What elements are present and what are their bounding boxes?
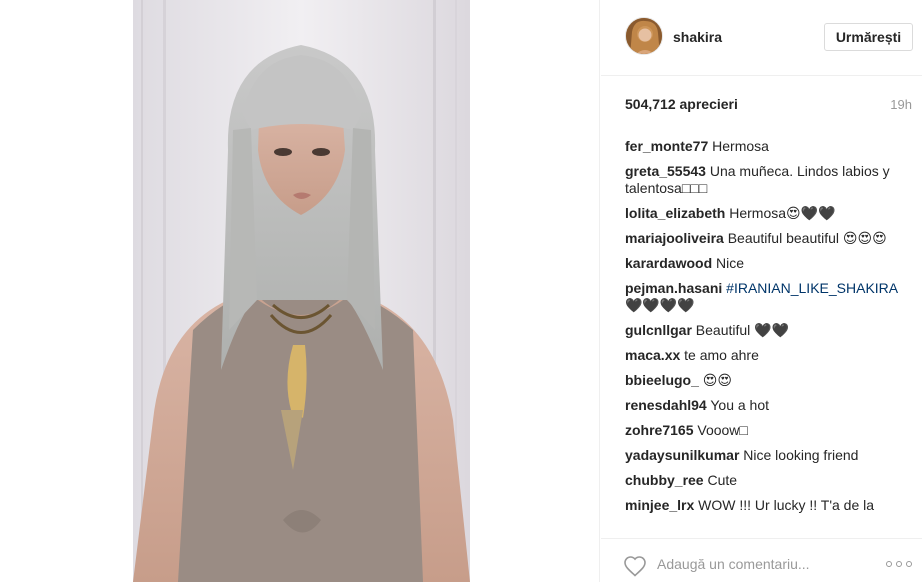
comment-username[interactable]: minjee_lrx: [625, 497, 694, 513]
comments-list[interactable]: fer_monte77 Hermosa greta_55543 Una muñec…: [601, 130, 911, 532]
comment-text: 🖤🖤🖤🖤: [625, 297, 695, 313]
post-header: shakira Urmărești: [601, 0, 922, 76]
comment-row: minjee_lrx WOW !!! Ur lucky !! T'a de la: [625, 497, 900, 514]
comment-username[interactable]: lolita_elizabeth: [625, 205, 725, 221]
comment-row: greta_55543 Una muñeca. Lindos labios y …: [625, 163, 900, 197]
following-button[interactable]: Urmărești: [824, 23, 913, 51]
comment-text: Vooow□: [697, 422, 748, 438]
comment-input[interactable]: [657, 553, 857, 575]
comment-row: lolita_elizabeth Hermosa😍🖤🖤: [625, 205, 900, 222]
comment-username[interactable]: pejman.hasani: [625, 280, 722, 296]
post-photo[interactable]: [133, 0, 470, 582]
avatar-image: [626, 18, 662, 54]
comment-text: Hermosa😍🖤🖤: [729, 205, 836, 221]
post-details: shakira Urmărești 504,712 aprecieri 19h …: [601, 0, 922, 582]
comment-username[interactable]: greta_55543: [625, 163, 706, 179]
comment-row: zohre7165 Vooow□: [625, 422, 900, 439]
comment-username[interactable]: karardawood: [625, 255, 712, 271]
avatar[interactable]: [625, 17, 663, 55]
comments-container: fer_monte77 Hermosa greta_55543 Una muñec…: [625, 138, 900, 522]
comment-text: 😍😍: [702, 372, 732, 388]
comment-username[interactable]: gulcnllgar: [625, 322, 692, 338]
comment-row: yadaysunilkumar Nice looking friend: [625, 447, 900, 464]
comment-hashtag[interactable]: #IRANIAN_LIKE_SHAKIRA: [726, 280, 897, 296]
post-stats: 504,712 aprecieri 19h: [601, 76, 922, 124]
comment-row: pejman.hasani #IRANIAN_LIKE_SHAKIRA 🖤🖤🖤🖤: [625, 280, 900, 314]
comment-text: Beautiful beautiful 😍😍😍: [727, 230, 887, 246]
comment-row: gulcnllgar Beautiful 🖤🖤: [625, 322, 900, 339]
media-pane: [0, 0, 600, 582]
comment-text: te amo ahre: [684, 347, 759, 363]
comment-row: renesdahl94 You a hot: [625, 397, 900, 414]
comment-row: bbieelugo_ 😍😍: [625, 372, 900, 389]
comment-text: Nice looking friend: [743, 447, 859, 463]
comment-username[interactable]: yadaysunilkumar: [625, 447, 739, 463]
comment-row: maca.xx te amo ahre: [625, 347, 900, 364]
comment-text: You a hot: [710, 397, 770, 413]
post-photo-image: [133, 0, 470, 582]
comment-row: chubby_ree Cute: [625, 472, 900, 489]
comment-row: fer_monte77 Hermosa: [625, 138, 900, 155]
comment-text: WOW !!! Ur lucky !! T'a de la: [698, 497, 875, 513]
more-options-icon[interactable]: [886, 560, 912, 568]
post-username[interactable]: shakira: [673, 29, 722, 45]
comment-text: Nice: [716, 255, 745, 271]
heart-outline-icon[interactable]: [623, 555, 647, 577]
comment-username[interactable]: fer_monte77: [625, 138, 708, 154]
comment-username[interactable]: chubby_ree: [625, 472, 704, 488]
comment-row: karardawood Nice: [625, 255, 900, 272]
comment-bar: [601, 538, 922, 582]
comment-text: Cute: [707, 472, 738, 488]
comment-username[interactable]: bbieelugo_: [625, 372, 699, 388]
comment-username[interactable]: maca.xx: [625, 347, 680, 363]
comment-username[interactable]: renesdahl94: [625, 397, 707, 413]
comment-username[interactable]: mariajooliveira: [625, 230, 724, 246]
comment-username[interactable]: zohre7165: [625, 422, 693, 438]
comment-text: Hermosa: [712, 138, 769, 154]
comment-row: mariajooliveira Beautiful beautiful 😍😍😍: [625, 230, 900, 247]
post-time[interactable]: 19h: [890, 97, 912, 112]
comment-text: Beautiful 🖤🖤: [695, 322, 790, 338]
likes-count[interactable]: 504,712 aprecieri: [625, 96, 738, 112]
